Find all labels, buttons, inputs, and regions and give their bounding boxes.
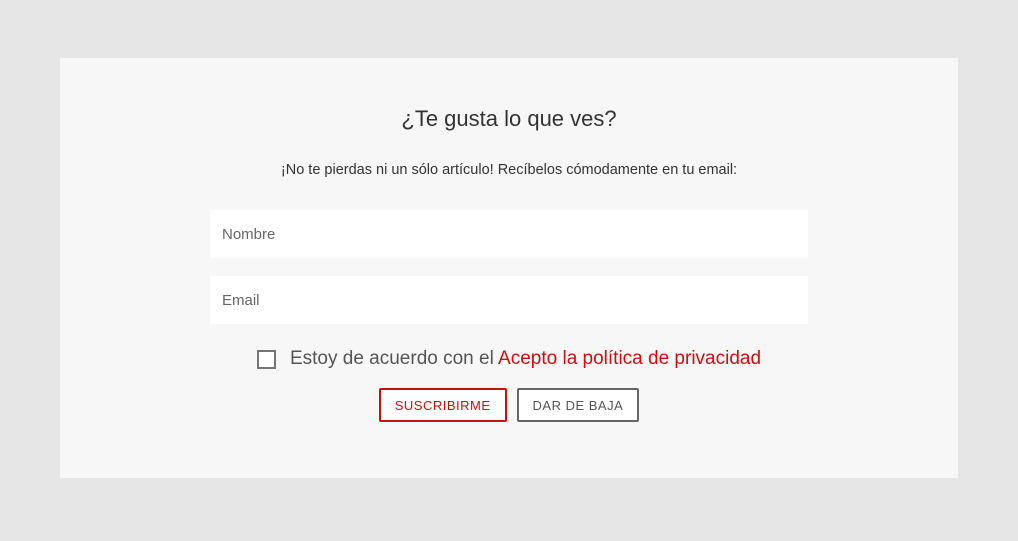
subscription-card: ¿Te gusta lo que ves? ¡No te pierdas ni … (60, 58, 958, 478)
name-input[interactable] (210, 210, 808, 258)
email-input[interactable] (210, 276, 808, 324)
card-title: ¿Te gusta lo que ves? (210, 106, 808, 132)
button-row: SUSCRIBIRME DAR DE BAJA (210, 388, 808, 422)
consent-checkbox[interactable] (257, 350, 276, 369)
consent-prefix: Estoy de acuerdo con el (290, 348, 498, 369)
unsubscribe-button[interactable]: DAR DE BAJA (517, 388, 640, 422)
consent-label-wrapper: Estoy de acuerdo con el Acepto la políti… (290, 348, 761, 370)
privacy-policy-link[interactable]: Acepto la política de privacidad (498, 348, 761, 369)
card-subtitle: ¡No te pierdas ni un sólo artículo! Recí… (210, 162, 808, 178)
consent-row: Estoy de acuerdo con el Acepto la políti… (210, 348, 808, 370)
subscribe-button[interactable]: SUSCRIBIRME (379, 388, 507, 422)
